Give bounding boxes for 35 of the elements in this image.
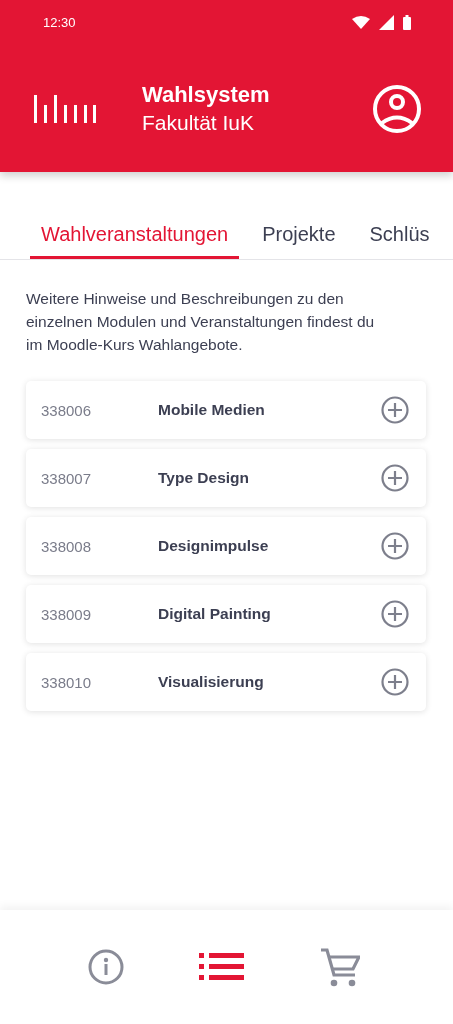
course-number: 338009	[41, 605, 93, 623]
add-icon[interactable]	[381, 396, 409, 424]
add-icon[interactable]	[381, 600, 409, 628]
status-time: 12:30	[43, 15, 76, 30]
tab[interactable]: Projekte	[251, 215, 347, 259]
add-icon[interactable]	[381, 532, 409, 560]
info-icon[interactable]	[87, 949, 124, 985]
list-icon[interactable]	[199, 953, 245, 981]
course-card[interactable]: 338010 Visualisierung	[26, 653, 426, 711]
wifi-icon	[352, 16, 370, 29]
add-icon[interactable]	[381, 668, 409, 696]
course-card[interactable]: 338009 Digital Painting	[26, 585, 426, 643]
course-number: 338008	[41, 537, 93, 555]
course-card[interactable]: 338007 Type Design	[26, 449, 426, 507]
course-number: 338006	[41, 401, 93, 419]
course-name: Visualisierung	[158, 673, 265, 691]
course-name: Mobile Medien	[158, 401, 266, 419]
course-number: 338007	[41, 469, 93, 487]
cart-icon[interactable]	[320, 947, 361, 987]
add-icon[interactable]	[381, 464, 409, 492]
tab[interactable]: Schlüs	[358, 215, 441, 259]
battery-icon	[403, 15, 411, 30]
course-card[interactable]: 338006 Mobile Medien	[26, 381, 426, 439]
course-name: Designimpulse	[158, 537, 270, 555]
app-subtitle: Fakultät IuK	[142, 109, 256, 136]
course-name: Digital Painting	[158, 605, 272, 623]
tab[interactable]: Wahlveranstaltungen	[30, 215, 240, 259]
course-card[interactable]: 338008 Designimpulse	[26, 517, 426, 575]
course-number: 338010	[41, 673, 93, 691]
logo-icon	[34, 94, 96, 123]
course-name: Type Design	[158, 469, 250, 487]
signal-icon	[379, 15, 394, 30]
app-title: Wahlsystem	[142, 80, 271, 109]
intro-text: Weitere Hinweise und Beschreibungen zu den einzelnen Modulen und Veranstaltungen findest du im Moodle-Kurs Wahlangebote.	[26, 289, 376, 355]
account-icon[interactable]	[372, 83, 422, 134]
